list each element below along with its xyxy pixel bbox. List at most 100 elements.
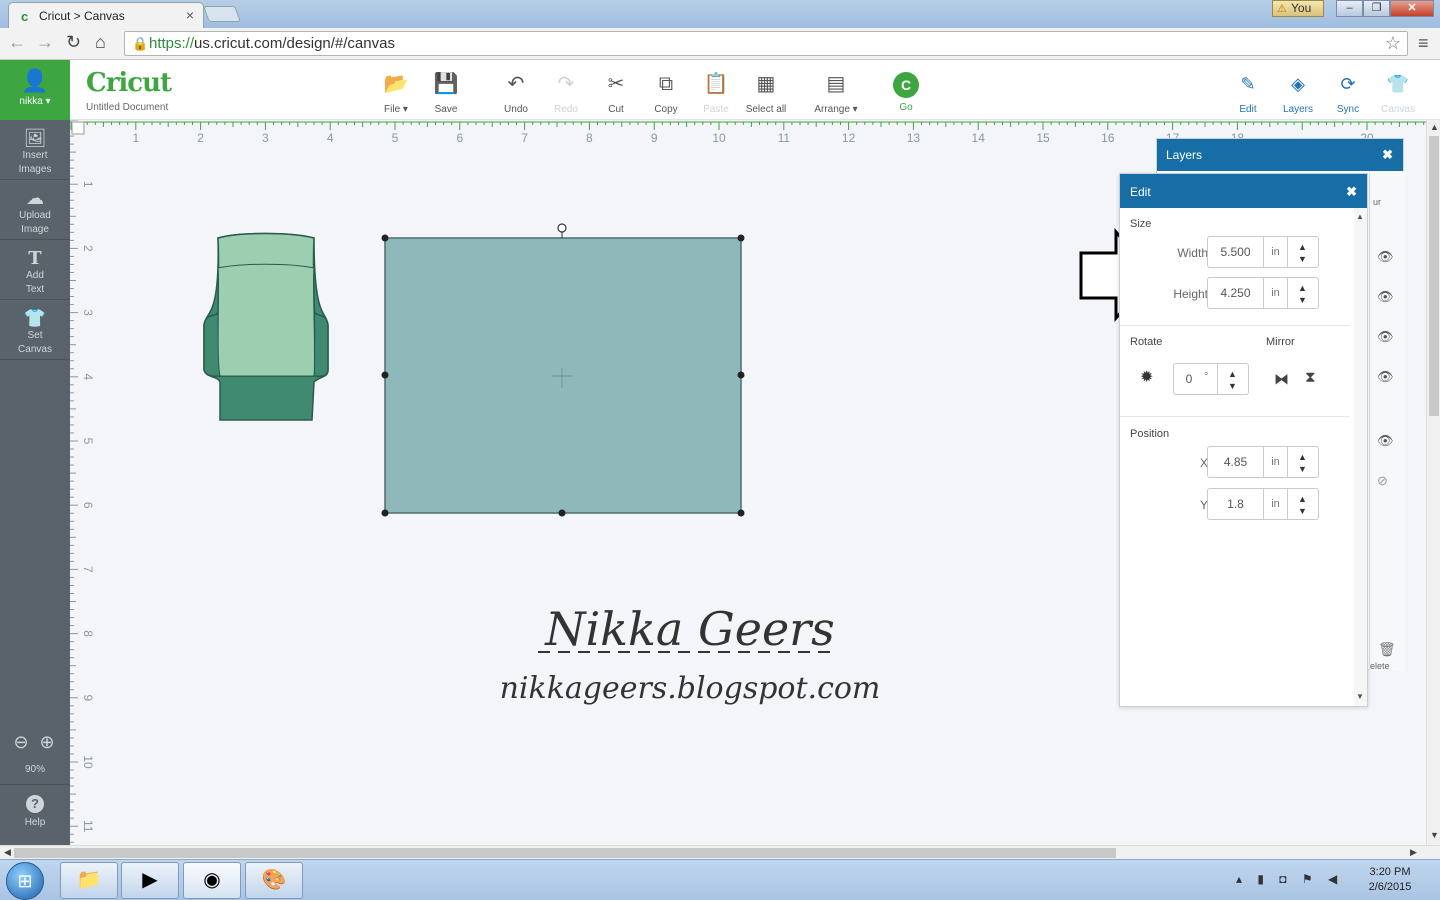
tab-close-icon[interactable]: × [186, 7, 194, 23]
taskbar-clock[interactable]: 3:20 PM 2/6/2015 [1360, 865, 1420, 895]
arrow-up-icon[interactable]: ▲ [1298, 494, 1307, 504]
y-arrows[interactable]: ▲ ▼ [1288, 489, 1318, 519]
zoom-in-icon[interactable]: ⊕ [34, 732, 60, 753]
height-arrows[interactable]: ▲ ▼ [1288, 278, 1318, 308]
scroll-down-icon[interactable]: ▼ [1356, 692, 1364, 701]
trash-icon[interactable]: 🗑 [1378, 641, 1396, 658]
home-icon[interactable]: ⌂ [95, 32, 106, 53]
mirror-vertical-icon[interactable]: ⧗ [1305, 369, 1316, 386]
arrow-down-icon[interactable]: ▼ [1298, 295, 1307, 305]
eye-icon[interactable]: 👁 [1377, 369, 1394, 385]
browser-tab[interactable]: c Cricut > Canvas × [8, 2, 204, 28]
close-window-button[interactable]: ✕ [1390, 0, 1434, 17]
media-player-taskbar-button[interactable]: ▶ [121, 862, 179, 899]
explorer-taskbar-button[interactable]: 📁 [60, 862, 118, 899]
forward-icon[interactable]: → [36, 32, 54, 53]
zoom-out-icon[interactable]: ⊖ [8, 732, 34, 753]
x-unit: in [1264, 447, 1288, 477]
rotate-arrows[interactable]: ▲ ▼ [1218, 364, 1248, 394]
width-stepper: in ▲▼ [1207, 236, 1319, 268]
scroll-down-icon[interactable]: ▼ [1430, 830, 1439, 840]
eye-icon[interactable]: 👁 [1377, 249, 1394, 265]
ruler-label: 5 [81, 438, 95, 445]
set-canvas-label: Set [27, 330, 43, 341]
ruler-label: 7 [81, 566, 95, 573]
divider [1120, 416, 1350, 417]
x-arrows[interactable]: ▲ ▼ [1288, 447, 1318, 477]
back-icon[interactable]: ← [8, 32, 26, 53]
arrow-up-icon[interactable]: ▲ [1298, 283, 1307, 293]
layers-panel-toggle[interactable]: ◈ Layers [1273, 72, 1323, 130]
edit-close-icon[interactable]: ✖ [1346, 184, 1357, 200]
rotate-input[interactable] [1174, 364, 1204, 394]
resize-handle[interactable] [558, 509, 566, 517]
layers-close-icon[interactable]: ✖ [1382, 147, 1393, 163]
scroll-left-icon[interactable]: ◀ [4, 847, 11, 858]
arrow-up-icon[interactable]: ▲ [1228, 369, 1237, 379]
arrow-down-icon[interactable]: ▼ [1298, 464, 1307, 474]
y-input[interactable] [1208, 489, 1264, 519]
arrow-up-icon[interactable]: ▲ [1298, 242, 1307, 252]
card-shape[interactable] [203, 232, 329, 421]
save-button[interactable]: 💾 Save [414, 72, 478, 115]
select-all-button[interactable]: ▦ Select all [734, 72, 798, 115]
new-tab-button[interactable] [203, 6, 241, 22]
browser-menu-icon[interactable]: ≡ [1418, 33, 1429, 54]
scroll-right-icon[interactable]: ▶ [1410, 847, 1417, 858]
rotate-handle[interactable] [557, 223, 567, 233]
go-button[interactable]: C Go [874, 72, 938, 113]
resize-handle[interactable] [381, 371, 389, 379]
canvas-horizontal-scrollbar[interactable]: ◀ ▶ [0, 845, 1440, 859]
resize-handle[interactable] [381, 509, 389, 517]
start-button[interactable]: ⊞ [6, 862, 44, 900]
system-tray[interactable]: ▴ ▮ ◘ ⚑ ◀ [1236, 872, 1343, 886]
arrow-down-icon[interactable]: ▼ [1298, 506, 1307, 516]
scroll-thumb[interactable] [14, 848, 1116, 858]
arrow-down-icon[interactable]: ▼ [1298, 254, 1307, 264]
user-menu[interactable]: 👤 nikka ▾ [0, 60, 70, 120]
arrow-down-icon[interactable]: ▼ [1228, 381, 1237, 391]
canvas-panel-toggle[interactable]: 👕 Canvas [1373, 72, 1423, 115]
select-all-label: Select all [745, 104, 787, 115]
rotate-dial-icon[interactable]: ✹ [1140, 367, 1153, 387]
scroll-thumb[interactable] [1429, 136, 1439, 416]
minimize-button[interactable]: – [1336, 0, 1363, 17]
url-bar[interactable]: 🔒 https://us.cricut.com/design/#/canvas … [124, 31, 1408, 56]
canvas-vertical-scrollbar[interactable]: ▲ ▼ [1426, 120, 1440, 845]
arrange-icon: ▤ [826, 73, 846, 95]
eye-hidden-icon[interactable]: ⊘ [1377, 473, 1388, 489]
edit-panel-toggle[interactable]: ✎ Edit [1223, 72, 1273, 115]
eye-icon[interactable]: 👁 [1377, 433, 1394, 449]
sync-panel-toggle[interactable]: ⟳ Sync [1323, 72, 1373, 115]
arrow-up-icon[interactable]: ▲ [1298, 452, 1307, 462]
bookmark-star-icon[interactable]: ☆ [1385, 33, 1401, 54]
insert-images-button[interactable]: 🖼 Insert Images [0, 120, 70, 180]
resize-handle[interactable] [381, 234, 389, 242]
edit-panel-scrollbar[interactable]: ▲ ▼ [1354, 208, 1367, 706]
save-icon: 💾 [433, 73, 459, 95]
selected-rectangle[interactable] [381, 223, 745, 517]
scroll-up-icon[interactable]: ▲ [1430, 122, 1439, 132]
x-input[interactable] [1208, 447, 1264, 477]
resize-handle[interactable] [737, 234, 745, 242]
add-text-button[interactable]: T Add Text [0, 240, 70, 300]
width-arrows[interactable]: ▲ ▼ [1288, 237, 1318, 267]
resize-handle[interactable] [737, 509, 745, 517]
eye-icon[interactable]: 👁 [1377, 289, 1394, 305]
height-input[interactable] [1208, 278, 1264, 308]
mirror-horizontal-icon[interactable]: ⧓ [1274, 370, 1289, 388]
scroll-up-icon[interactable]: ▲ [1356, 212, 1364, 221]
set-canvas-button[interactable]: 👕 Set Canvas [0, 300, 70, 360]
arrange-menu-button[interactable]: ▤ Arrange ▾ [804, 72, 868, 115]
width-input[interactable] [1208, 237, 1264, 267]
resize-handle[interactable] [737, 371, 745, 379]
browser-user-badge[interactable]: ⚠ You [1272, 0, 1324, 17]
eye-icon[interactable]: 👁 [1377, 329, 1394, 345]
paint-taskbar-button[interactable]: 🎨 [245, 862, 303, 899]
upload-image-button[interactable]: ☁ Upload Image [0, 180, 70, 240]
ruler-label: 13 [907, 131, 921, 145]
chrome-taskbar-button[interactable]: ◉ [183, 862, 241, 899]
help-button[interactable]: ? Help [0, 784, 70, 844]
maximize-button[interactable]: ❐ [1363, 0, 1390, 17]
reload-icon[interactable]: ↻ [66, 32, 81, 53]
